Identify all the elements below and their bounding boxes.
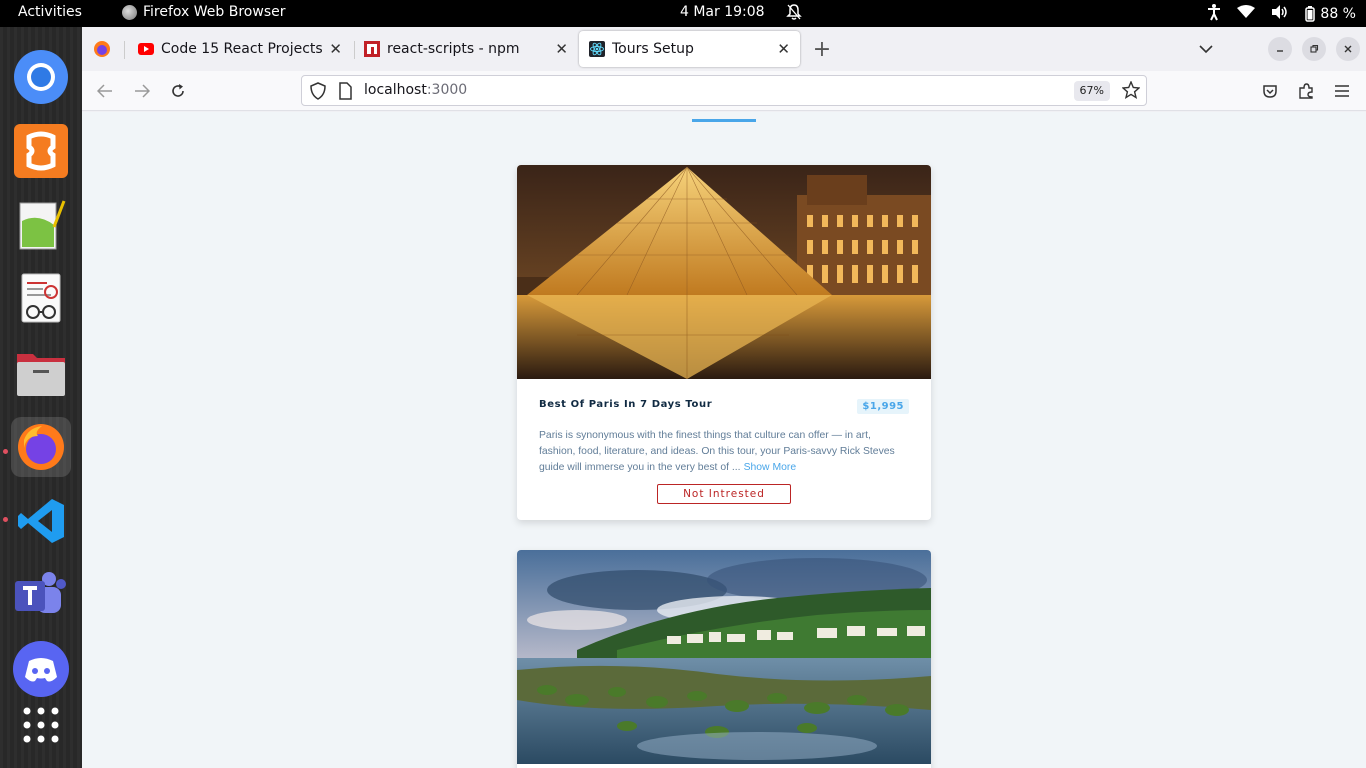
tour-info: Best Of Paris In 7 Days Tour $1,995 Pari… <box>517 379 931 520</box>
npm-icon <box>364 41 380 57</box>
notepadqq-icon <box>19 200 66 250</box>
battery-icon <box>1305 6 1316 22</box>
button-wrapper: Not Intrested <box>539 482 909 504</box>
hamburger-icon <box>1335 85 1349 97</box>
dock-notepadqq[interactable] <box>11 195 71 255</box>
page-content: Best Of Paris In 7 Days Tour $1,995 Pari… <box>82 112 1366 768</box>
dock-firefox[interactable] <box>11 417 71 477</box>
url-bar[interactable]: localhost:3000 67% <box>301 75 1147 106</box>
app-menu-label: Firefox Web Browser <box>143 4 286 20</box>
forward-button[interactable] <box>130 79 154 103</box>
pocket-icon <box>1263 85 1277 98</box>
dock-vscode[interactable] <box>11 491 71 551</box>
reload-button[interactable] <box>166 79 190 103</box>
dock <box>0 27 82 768</box>
dock-teams[interactable] <box>11 565 71 625</box>
react-icon <box>589 41 605 57</box>
tab-tours-setup[interactable]: Tours Setup ✕ <box>579 31 800 67</box>
tour-name: Best Of Paris In 7 Days Tour <box>539 399 713 410</box>
vscode-icon <box>18 499 64 543</box>
tab-title: Tours Setup <box>612 41 694 57</box>
pocket-button[interactable] <box>1258 79 1282 103</box>
activities-button[interactable]: Activities <box>18 4 82 20</box>
zoom-indicator[interactable]: 67% <box>1073 81 1110 101</box>
chevron-down-icon <box>1199 45 1213 54</box>
running-indicator <box>3 449 8 454</box>
battery-percent: 88 % <box>1320 6 1356 22</box>
tour-card <box>517 550 931 768</box>
firefox-view-button[interactable] <box>90 37 114 61</box>
extensions-button[interactable] <box>1294 79 1318 103</box>
dock-document-viewer[interactable] <box>11 269 71 329</box>
reload-icon <box>172 84 184 97</box>
system-tray[interactable]: 88 % <box>1207 3 1356 25</box>
show-more-button[interactable]: Show More <box>744 462 797 473</box>
tour-description: Paris is synonymous with the finest thin… <box>539 428 909 476</box>
back-arrow-icon <box>97 84 112 98</box>
list-all-tabs-button[interactable] <box>1194 37 1218 61</box>
close-window-button[interactable] <box>1336 37 1360 61</box>
dock-chromium[interactable] <box>11 47 71 107</box>
tab-separator <box>124 41 125 59</box>
files-icon <box>17 354 65 396</box>
chromium-icon <box>14 50 68 104</box>
url-port: :3000 <box>426 82 468 98</box>
tab-title: Code 15 React Projects - <box>161 41 324 57</box>
tab-npm[interactable]: react-scripts - npm ✕ <box>354 31 578 67</box>
tab-bar: Code 15 React Projects - ✕ react-scripts… <box>82 27 1366 71</box>
puzzle-icon <box>1299 83 1313 99</box>
tour-info-text: Paris is synonymous with the finest thin… <box>539 430 895 473</box>
app-menu-icon <box>122 4 137 20</box>
not-interested-button[interactable]: Not Intrested <box>657 484 791 504</box>
xampp-icon <box>14 124 68 178</box>
dock-discord[interactable] <box>11 639 71 699</box>
minimize-icon <box>1277 50 1283 52</box>
system-top-bar: Activities Firefox Web Browser 4 Mar 19:… <box>0 0 1366 27</box>
running-indicator <box>3 517 8 522</box>
accessibility-icon <box>1207 3 1221 25</box>
dock-files[interactable] <box>11 343 71 403</box>
firefox-logo-icon <box>94 41 110 57</box>
app-menu-button[interactable] <box>1330 79 1354 103</box>
minimize-button[interactable] <box>1268 37 1292 61</box>
navigation-toolbar: localhost:3000 67% <box>82 71 1366 111</box>
clock[interactable]: 4 Mar 19:08 <box>680 4 765 20</box>
page-info-icon[interactable] <box>338 82 352 104</box>
firefox-window: Code 15 React Projects - ✕ react-scripts… <box>82 27 1366 768</box>
document-viewer-icon <box>21 273 61 323</box>
tour-price: $1,995 <box>857 399 909 414</box>
url-host: localhost <box>364 82 427 98</box>
tour-card: Best Of Paris In 7 Days Tour $1,995 Pari… <box>517 165 931 520</box>
restore-icon <box>1310 44 1319 53</box>
dock-xampp[interactable] <box>11 121 71 181</box>
discord-icon <box>13 641 69 697</box>
tab-youtube[interactable]: Code 15 React Projects - ✕ <box>128 31 352 67</box>
teams-icon <box>15 572 66 613</box>
firefox-icon <box>18 424 64 470</box>
battery-indicator: 88 % <box>1305 6 1356 22</box>
app-menu[interactable]: Firefox Web Browser <box>122 4 286 20</box>
dock-app-grid[interactable] <box>11 695 71 755</box>
close-icon <box>1344 45 1352 53</box>
app-grid-icon <box>23 707 59 743</box>
volume-icon <box>1271 5 1289 23</box>
url-text[interactable]: localhost:3000 <box>364 82 467 98</box>
restore-button[interactable] <box>1302 37 1326 61</box>
notification-bell-icon <box>786 3 802 25</box>
shield-icon[interactable] <box>310 82 326 104</box>
back-button[interactable] <box>93 79 117 103</box>
title-underline <box>692 119 756 122</box>
new-tab-button[interactable]: + <box>810 36 834 62</box>
tour-image-coastal-village <box>517 550 931 764</box>
plus-icon: + <box>812 36 832 62</box>
tab-close-icon[interactable]: ✕ <box>555 40 568 58</box>
wifi-icon <box>1237 5 1256 23</box>
forward-arrow-icon <box>135 84 150 98</box>
bookmark-star-icon[interactable] <box>1121 80 1141 103</box>
tour-image-louvre <box>517 165 931 379</box>
youtube-icon <box>138 43 154 55</box>
tab-close-icon[interactable]: ✕ <box>329 40 342 58</box>
tab-close-icon[interactable]: ✕ <box>777 40 790 58</box>
tab-title: react-scripts - npm <box>387 41 520 57</box>
